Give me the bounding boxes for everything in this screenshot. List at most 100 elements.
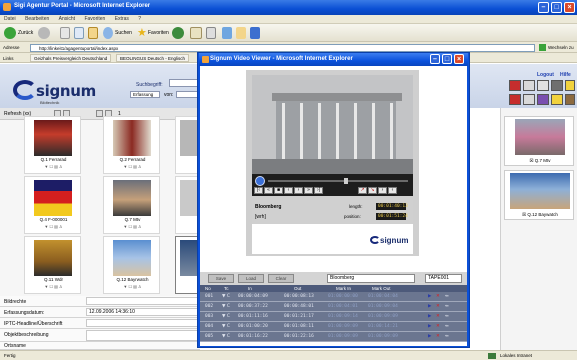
history-icon[interactable] [172, 27, 184, 39]
messenger-icon[interactable] [250, 27, 260, 39]
tape-input[interactable]: TAPE001 [425, 274, 462, 283]
back-label[interactable]: Zurück [18, 30, 33, 36]
search-label[interactable]: Suchen [115, 30, 132, 36]
thumbnail-card[interactable]: Q.2 Ferrarad ▼ ☐ ▤ ♙ [103, 116, 160, 174]
thumbnail-actions-icon[interactable]: ▼ ☐ ▤ ♙ [25, 224, 82, 229]
menu-favorites[interactable]: Favoriten [80, 15, 109, 23]
menu-file[interactable]: Datei [0, 15, 20, 23]
date-from-input[interactable] [176, 91, 198, 98]
scrub-handle[interactable] [344, 178, 348, 184]
link-beolingus[interactable]: BEOLINGUS Deutsch - Englisch [116, 54, 190, 62]
row-play-icon[interactable]: ▶ [428, 334, 431, 339]
clip-row[interactable]: 002 ▼ C 00:00:37:22 00:00:48:01 01:00:04… [200, 302, 467, 312]
thumbnail-card[interactable]: Q.1 Ferrarad ▼ ☐ ▤ ♙ [24, 116, 81, 174]
mail-icon[interactable] [190, 27, 202, 39]
ctrl-forward-icon[interactable]: » [304, 187, 313, 194]
row-delete-icon[interactable]: ✕ [436, 314, 440, 319]
menu-tools[interactable]: Extras [111, 15, 133, 23]
thumbnail-card[interactable] [175, 116, 199, 174]
row-flags-icon[interactable]: ▼ C [222, 334, 230, 339]
row-export-icon[interactable]: ⇚ [445, 324, 449, 329]
clip-row[interactable]: 001 ▼ C 00:00:04:09 00:00:08:13 01:00:00… [200, 292, 467, 302]
clip-name-input[interactable]: Bloomberg [327, 274, 415, 283]
forward-icon[interactable] [38, 27, 50, 39]
meta-value[interactable] [86, 330, 198, 341]
viewer-minimize-button[interactable]: – [430, 54, 440, 64]
load-button[interactable]: Load [238, 274, 264, 283]
play-icon[interactable] [255, 176, 265, 186]
address-input[interactable]: http://linkeit1/agagentuportal/index.asp… [30, 44, 535, 52]
home-icon[interactable] [88, 27, 98, 39]
ctrl-play-icon[interactable]: › [294, 187, 303, 194]
maximize-button[interactable]: □ [551, 2, 562, 13]
ctrl-step-back-icon[interactable]: ‹ [284, 187, 293, 194]
row-flags-icon[interactable]: ▼ C [222, 314, 230, 319]
menu-view[interactable]: Ansicht [55, 15, 79, 23]
selected-thumbnail[interactable]: ☒ Q.12 Baywatch [504, 170, 574, 220]
close-button[interactable]: × [564, 2, 575, 13]
logout-link[interactable]: Logout [537, 72, 554, 78]
row-delete-icon[interactable]: ✕ [436, 324, 440, 329]
ctrl-stop-icon[interactable]: ■ [274, 187, 283, 194]
row-export-icon[interactable]: ⇚ [445, 334, 449, 339]
row-play-icon[interactable]: ▶ [428, 304, 431, 309]
viewer-maximize-button[interactable]: □ [442, 54, 452, 64]
thumbnail-card[interactable]: Q.12 Bayrwatch ▼ ☐ ▤ ♙ [103, 236, 160, 294]
clear-button[interactable]: Clear [268, 274, 294, 283]
stop-icon[interactable] [60, 27, 70, 39]
thumbnail-actions-icon[interactable]: ▼ ☐ ▤ ♙ [25, 164, 82, 169]
help-link[interactable]: Hilfe [560, 72, 571, 78]
row-export-icon[interactable]: ⇚ [445, 294, 449, 299]
mark-out-icon[interactable]: ↘ [368, 187, 377, 194]
clip-row[interactable]: 003 ▼ C 00:01:11:16 00:01:21:17 01:00:09… [200, 312, 467, 322]
minimize-button[interactable]: – [538, 2, 549, 13]
viewer-close-button[interactable]: × [454, 54, 464, 64]
row-delete-icon[interactable]: ✕ [436, 304, 440, 309]
ctrl-rewind-icon[interactable]: « [264, 187, 273, 194]
thumbnail-card[interactable] [175, 236, 199, 294]
ctrl-next-icon[interactable]: ›| [314, 187, 323, 194]
go-label[interactable]: Wechseln zu [548, 45, 574, 50]
header-tool-7-icon[interactable] [523, 94, 535, 105]
header-tool-5-icon[interactable] [565, 80, 575, 91]
selected-thumbnail[interactable]: ☒ Q.7 Mtv [504, 116, 574, 166]
row-flags-icon[interactable]: ▼ C [222, 304, 230, 309]
menu-help[interactable]: ? [134, 15, 145, 23]
thumbnail-actions-icon[interactable]: ▼ ☐ ▤ ♙ [104, 164, 161, 169]
header-tool-6-icon[interactable] [509, 94, 521, 105]
header-tool-1-icon[interactable] [509, 80, 521, 91]
row-play-icon[interactable]: ▶ [428, 294, 431, 299]
row-flags-icon[interactable]: ▼ C [222, 324, 230, 329]
favorites-icon[interactable]: ★ [137, 26, 147, 39]
date-type-select[interactable]: Erfassung [130, 91, 160, 98]
scrub-track[interactable] [268, 180, 408, 182]
thumbnail-actions-icon[interactable]: ▼ ☐ ▤ ♙ [104, 284, 161, 289]
edit-icon[interactable] [222, 27, 232, 39]
row-export-icon[interactable]: ⇚ [445, 304, 449, 309]
row-play-icon[interactable]: ▶ [428, 314, 431, 319]
row-export-icon[interactable]: ⇚ [445, 314, 449, 319]
thumbnail-card[interactable]: Q.4 F-000001 ▼ ☐ ▤ ♙ [24, 176, 81, 234]
header-tool-9-icon[interactable] [551, 94, 563, 105]
meta-value[interactable] [86, 297, 198, 305]
save-button[interactable]: Save [208, 274, 234, 283]
ctrl-prev-icon[interactable]: |‹ [254, 187, 263, 194]
thumbnail-actions-icon[interactable]: ▼ ☐ ▤ ♙ [25, 284, 82, 289]
favorites-label[interactable]: Favoriten [148, 30, 169, 36]
search-icon[interactable] [103, 27, 113, 39]
folder-icon[interactable] [236, 27, 246, 39]
header-tool-10-icon[interactable] [565, 94, 575, 105]
thumbnail-actions-icon[interactable]: ▼ ☐ ▤ ♙ [104, 224, 161, 229]
header-tool-2-icon[interactable] [523, 80, 535, 91]
go-icon[interactable] [539, 44, 546, 51]
link-geizhals[interactable]: Geizhals Preisvergleich Deutschland [30, 54, 112, 62]
row-play-icon[interactable]: ▶ [428, 324, 431, 329]
ctrl-jump-out-icon[interactable]: ‹ [388, 187, 397, 194]
clip-row[interactable]: 005 ▼ C 00:01:16:22 00:01:22:16 01:00:09… [200, 332, 467, 342]
meta-value[interactable] [86, 319, 198, 327]
meta-value[interactable]: 12.09.2006 14:36:10 [86, 308, 198, 316]
print-icon[interactable] [206, 27, 216, 39]
menu-edit[interactable]: Bearbeiten [21, 15, 53, 23]
mark-in-icon[interactable]: ↗ [358, 187, 367, 194]
row-delete-icon[interactable]: ✕ [436, 334, 440, 339]
